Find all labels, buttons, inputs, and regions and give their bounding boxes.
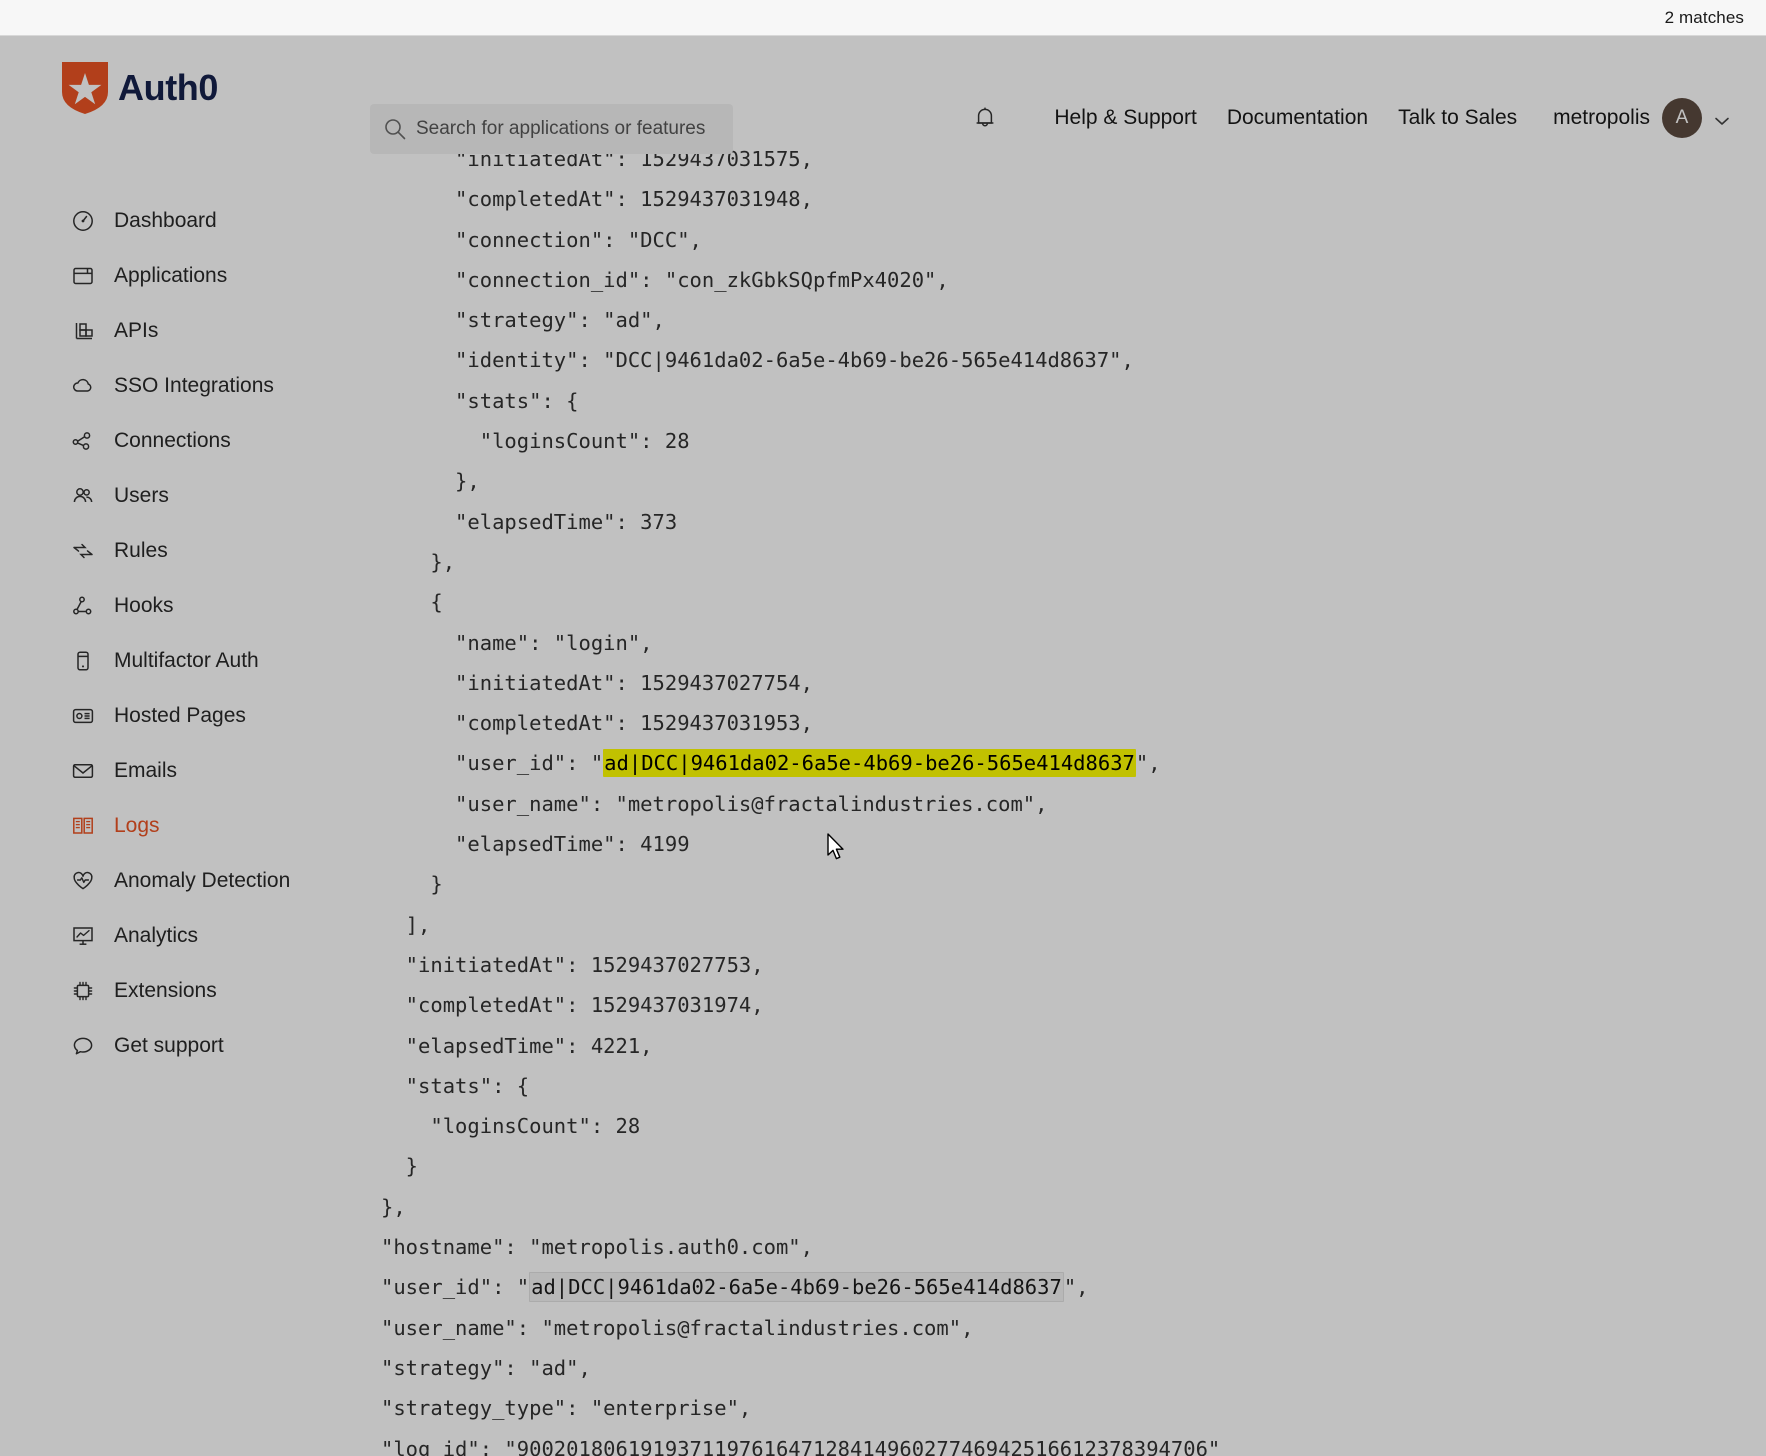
arrows-swap-icon (70, 538, 95, 563)
sidebar-item-label: Hooks (114, 593, 174, 617)
sidebar-item-label: Multifactor Auth (114, 648, 259, 672)
find-matches-count: 2 matches (1664, 7, 1744, 27)
sidebar-item-sso-integrations[interactable]: SSO Integrations (0, 358, 373, 413)
chart-board-icon (70, 923, 95, 948)
envelope-icon (70, 758, 95, 783)
sidebar-item-apis[interactable]: APIs (0, 303, 373, 358)
sidebar-item-extensions[interactable]: Extensions (0, 963, 373, 1018)
sidebar-item-label: Analytics (114, 923, 199, 947)
book-icon (70, 813, 95, 838)
avatar: A (1662, 98, 1702, 138)
gauge-icon (70, 208, 95, 233)
sidebar-item-logs[interactable]: Logs (0, 798, 373, 853)
sidebar-item-label: Applications (114, 263, 228, 287)
tenant-menu[interactable]: metropolis A (1553, 98, 1730, 138)
sidebar-item-anomaly-detection[interactable]: Anomaly Detection (0, 853, 373, 908)
window-icon (70, 263, 95, 288)
heart-pulse-icon (70, 868, 95, 893)
sidebar-nav: Dashboard Applications APIs SSO Integrat… (0, 139, 373, 1456)
sidebar-item-label: APIs (114, 318, 159, 342)
screen-root: 2 matches "prompts": [ "name": "wsfed-au… (0, 0, 1766, 1456)
sidebar-item-hooks[interactable]: Hooks (0, 578, 373, 633)
hooks-nodes-icon (70, 593, 95, 618)
sidebar-item-label: SSO Integrations (114, 373, 274, 397)
sidebar-item-label: Rules (114, 538, 168, 562)
sidebar-item-dashboard[interactable]: Dashboard (0, 193, 373, 248)
sidebar-item-emails[interactable]: Emails (0, 743, 373, 798)
sidebar-item-label: Users (114, 483, 169, 507)
bar-blocks-icon (70, 318, 95, 343)
sidebar-item-users[interactable]: Users (0, 468, 373, 523)
search-match: ad|DCC|9461da02-6a5e-4b69-be26-565e414d8… (529, 1272, 1064, 1303)
search-icon (384, 118, 406, 140)
nav-link-talk-to-sales[interactable]: Talk to Sales (1398, 106, 1517, 130)
chip-icon (70, 978, 95, 1003)
auth0-logo[interactable]: Auth0 (62, 61, 218, 114)
auth0-dashboard-page: "prompts": [ "name": "wsfed-authenticate… (0, 36, 1766, 1456)
sidebar-item-multifactor-auth[interactable]: Multifactor Auth (0, 633, 373, 688)
sidebar-item-label: Get support (114, 1033, 224, 1057)
nav-link-help-support[interactable]: Help & Support (1054, 106, 1196, 130)
cloud-icon (70, 373, 95, 398)
top-header-bar: Auth0 Search for applications or feature… (0, 36, 1766, 154)
search-input[interactable]: Search for applications or features (370, 104, 733, 154)
sidebar-item-applications[interactable]: Applications (0, 248, 373, 303)
nav-link-documentation[interactable]: Documentation (1227, 106, 1368, 130)
search-match-active: ad|DCC|9461da02-6a5e-4b69-be26-565e414d8… (603, 749, 1136, 778)
top-nav: Help & Support Documentation Talk to Sal… (974, 98, 1730, 138)
speech-bubble-icon (70, 1033, 95, 1058)
sidebar-item-label: Anomaly Detection (114, 868, 291, 892)
sidebar-item-label: Logs (114, 813, 160, 837)
tenant-name: metropolis (1553, 106, 1650, 129)
auth0-wordmark: Auth0 (118, 66, 218, 108)
chevron-down-icon (1714, 113, 1730, 125)
sidebar-item-hosted-pages[interactable]: Hosted Pages (0, 688, 373, 743)
sidebar-item-label: Dashboard (114, 208, 217, 232)
search-placeholder: Search for applications or features (416, 118, 706, 139)
bell-icon[interactable] (974, 105, 996, 131)
id-card-icon (70, 703, 95, 728)
sidebar-item-rules[interactable]: Rules (0, 523, 373, 578)
users-icon (70, 483, 95, 508)
sidebar-item-label: Hosted Pages (114, 703, 246, 727)
sidebar-item-analytics[interactable]: Analytics (0, 908, 373, 963)
log-detail-json-panel[interactable]: "initiatedAt": 1529437031575, "completed… (373, 139, 1659, 1456)
share-nodes-icon (70, 428, 95, 453)
mouse-cursor (826, 833, 848, 868)
sidebar-item-label: Emails (114, 758, 178, 782)
sidebar-item-get-support[interactable]: Get support (0, 1018, 373, 1073)
sidebar-item-label: Connections (114, 428, 231, 452)
json-log-body: "initiatedAt": 1529437031575, "completed… (381, 147, 1221, 1456)
sidebar-item-connections[interactable]: Connections (0, 413, 373, 468)
sidebar-item-label: Extensions (114, 978, 217, 1002)
phone-icon (70, 648, 95, 673)
browser-find-bar[interactable]: 2 matches (0, 0, 1766, 36)
auth0-logo-icon (62, 61, 108, 114)
